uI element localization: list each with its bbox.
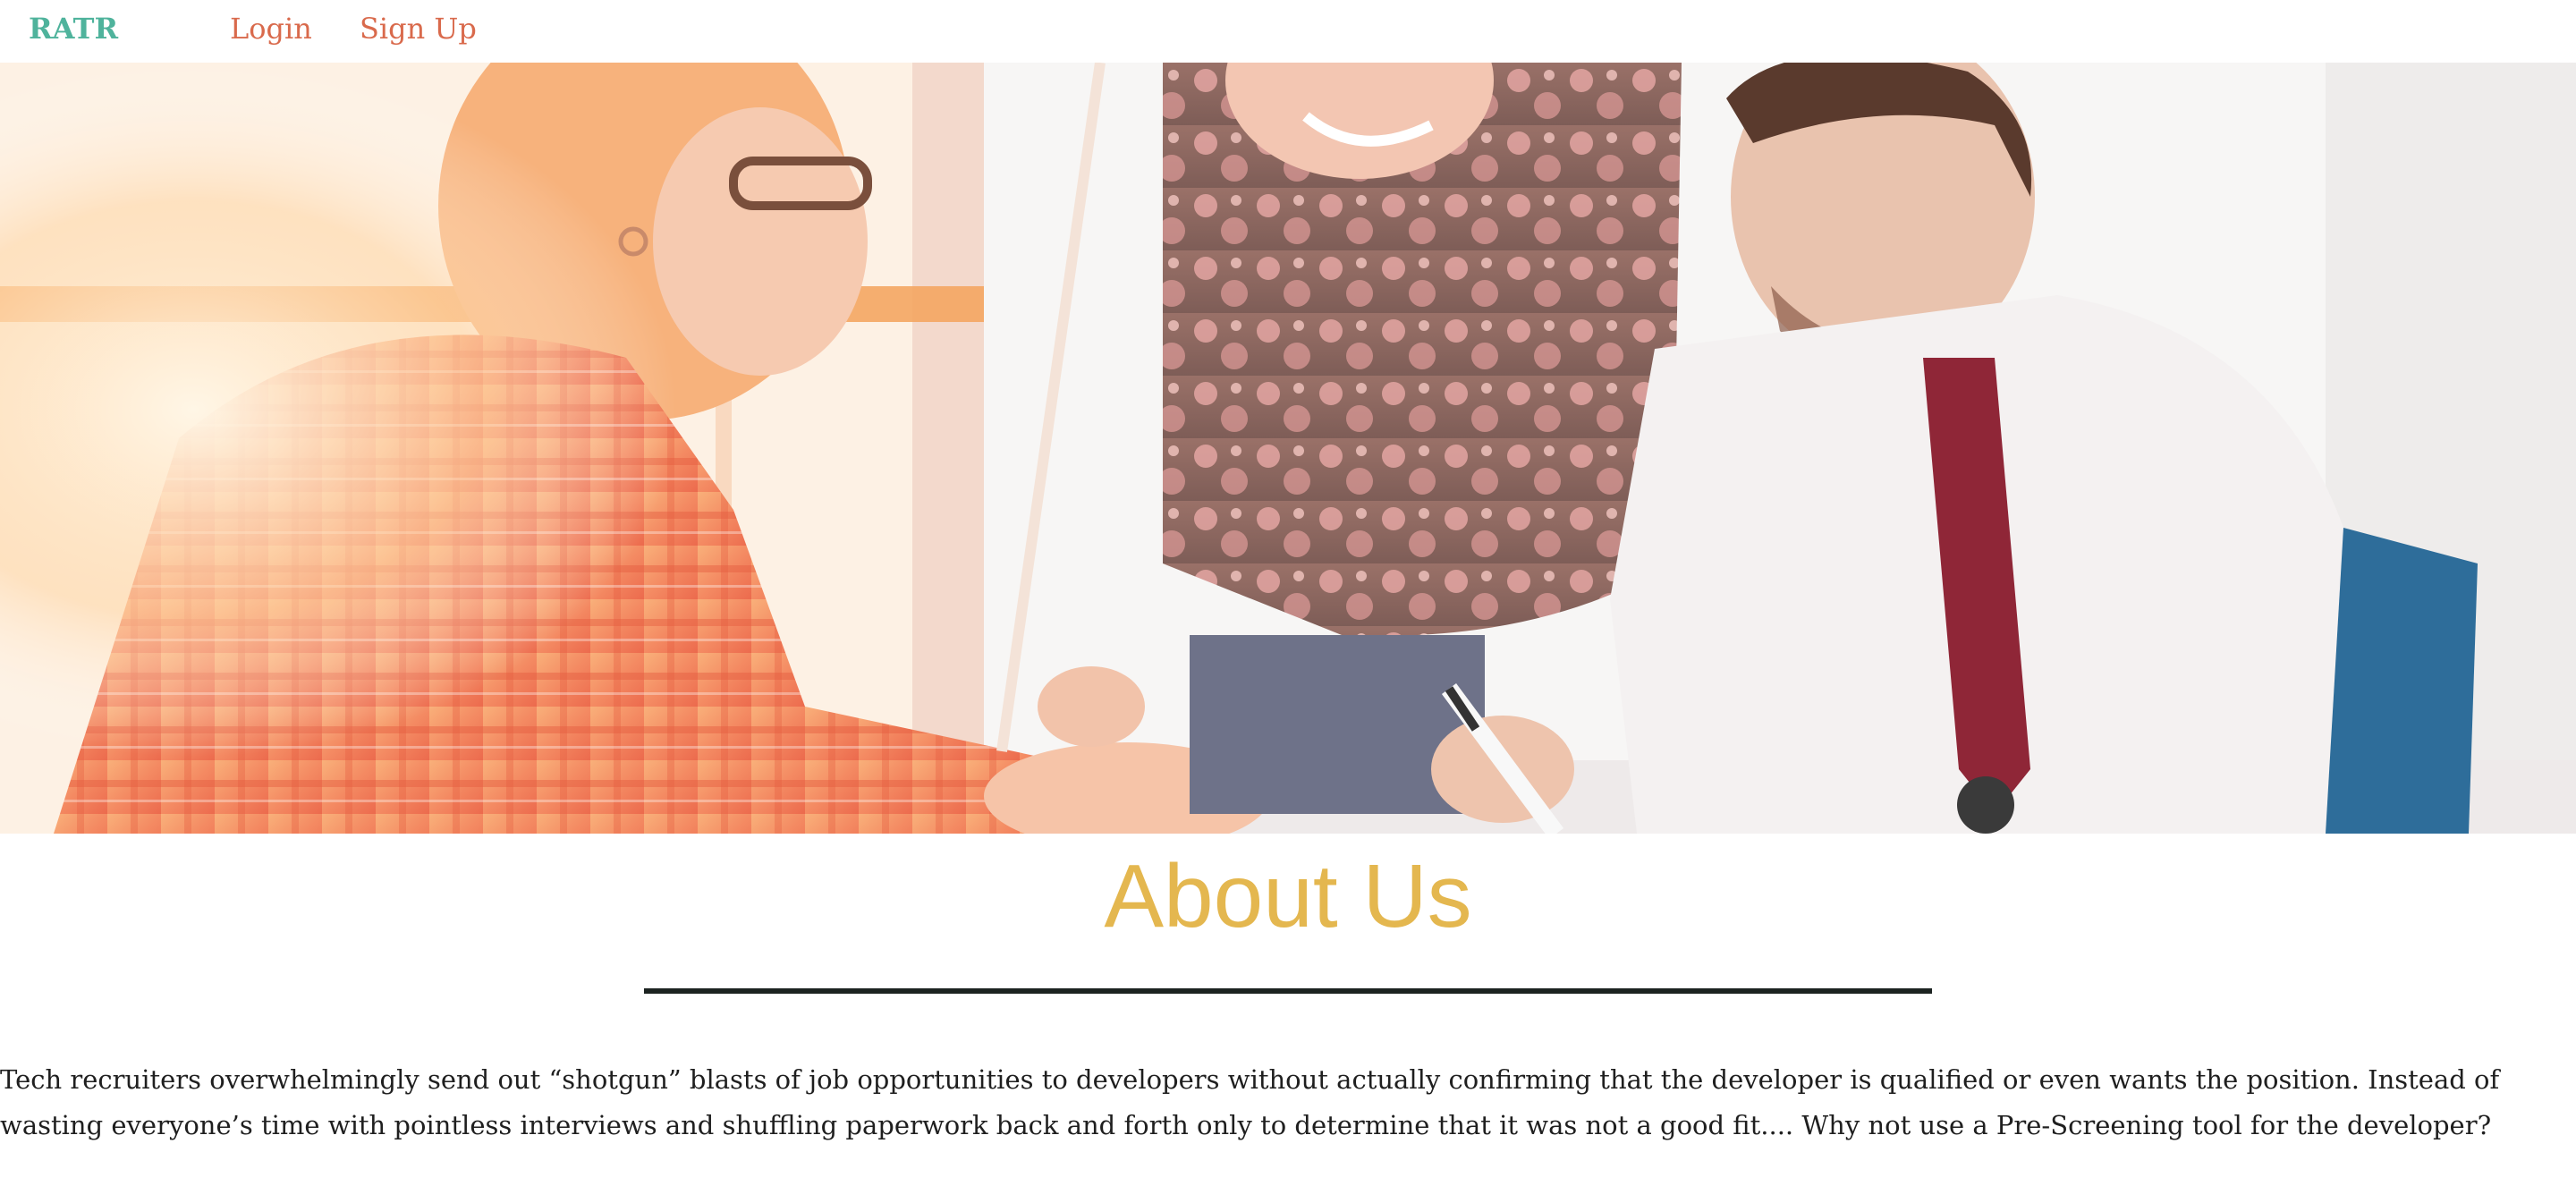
hero-image xyxy=(0,63,2576,834)
about-us-heading: About Us xyxy=(1104,846,1472,946)
signup-link[interactable]: Sign Up xyxy=(360,9,477,48)
section-divider xyxy=(644,988,1932,994)
brand-logo-link[interactable]: RATR xyxy=(29,9,118,48)
hero-photo-illustration xyxy=(0,63,2576,834)
about-us-description: Tech recruiters overwhelmingly send out … xyxy=(0,1064,2500,1140)
login-link[interactable]: Login xyxy=(230,9,312,48)
top-navbar: RATR Login Sign Up xyxy=(0,0,2576,63)
